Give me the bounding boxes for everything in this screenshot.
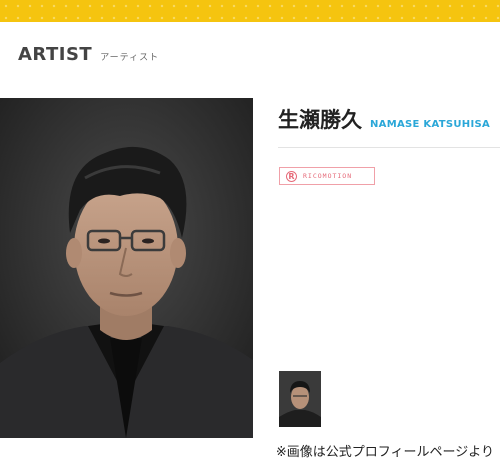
top-banner (0, 0, 500, 22)
portrait-illustration (0, 98, 253, 438)
artist-name: 生瀬勝久 NAMASE KATSUHISA (278, 104, 490, 134)
thumbnail-portrait (279, 371, 321, 427)
registered-logo-icon: R (286, 170, 297, 182)
image-credit-caption: ※画像は公式プロフィールページより (275, 445, 494, 460)
agency-label-badge[interactable]: R RICOMOTION (279, 167, 375, 185)
section-subtitle: アーティスト (100, 53, 160, 63)
section-header: ARTIST アーティスト (18, 44, 159, 65)
artist-name-english: NAMASE KATSUHISA (370, 119, 490, 130)
artist-name-japanese: 生瀬勝久 (278, 108, 362, 132)
section-title: ARTIST (18, 44, 93, 65)
artist-photo (0, 98, 253, 438)
artist-thumbnail[interactable] (279, 371, 321, 427)
name-divider (278, 147, 500, 148)
agency-label-name: RICOMOTION (303, 172, 353, 180)
